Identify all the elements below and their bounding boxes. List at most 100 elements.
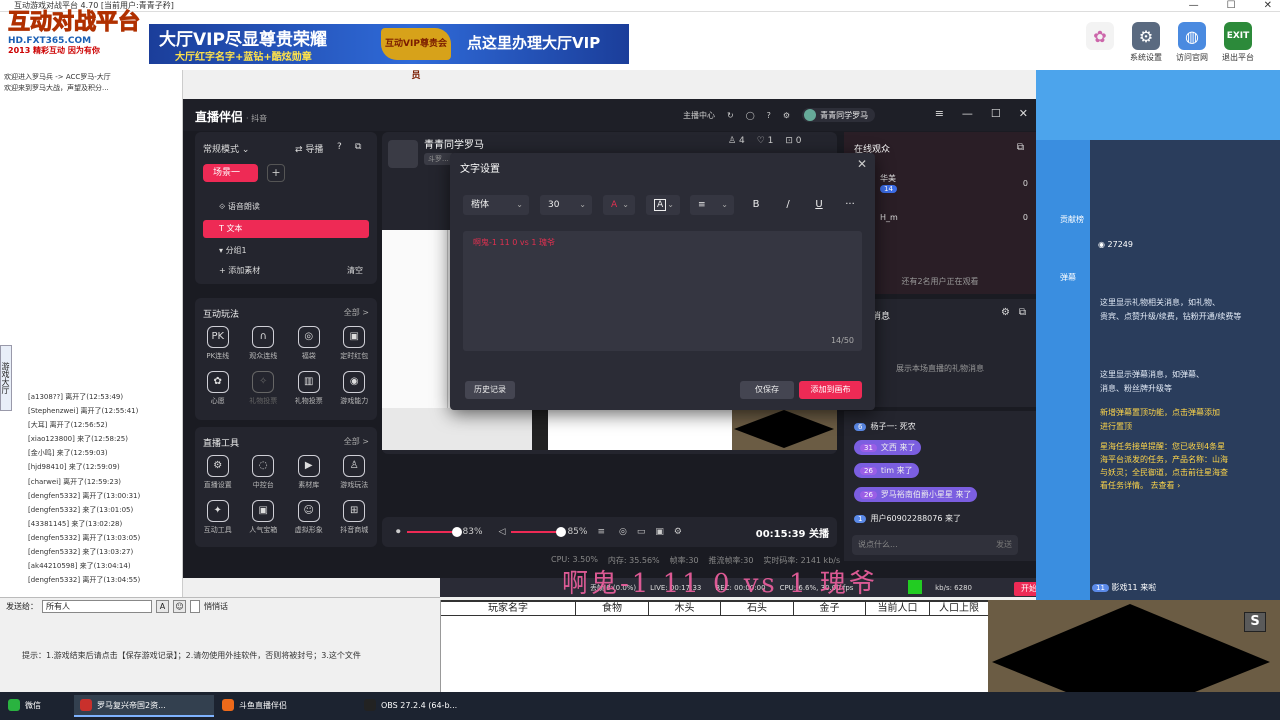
minimap-score-button[interactable]: S [1244,612,1266,632]
private-chat-checkbox[interactable] [190,600,200,613]
popout-icon[interactable]: ⧉ [1019,307,1026,318]
audience-row[interactable]: 华美 14 0 [852,170,1028,196]
emoji-button[interactable]: ☺ [173,600,186,613]
anchor-center-link[interactable]: 主播中心 [683,110,715,121]
text-content-input[interactable]: 啊鬼-1 11 0 vs 1 瑰爷 14/50 [463,231,862,351]
popout-icon[interactable]: ⧉ [1017,142,1024,153]
tool-item[interactable]: ✦ 互动工具 [195,500,241,535]
scene-tab[interactable]: 场景一 [203,164,258,182]
more-button[interactable]: ··· [840,195,860,215]
text-color-select[interactable]: A ⌄ [603,195,635,215]
visit-website-button[interactable]: ◍ 访问官网 [1172,22,1212,63]
help-icon[interactable]: ? [337,142,342,152]
chat-input[interactable]: 说点什么... 发送 [852,535,1018,555]
align-select[interactable]: ≡ ⌄ [690,195,734,215]
exit-platform-button[interactable]: EXIT 退出平台 [1218,22,1258,63]
font-button[interactable]: A [156,600,169,613]
tool-item[interactable]: ♙ 游戏玩法 [332,455,378,490]
source-item-group[interactable]: ▾ 分组1 [203,242,369,260]
clear-button[interactable]: 清空 [347,262,363,280]
guide-button[interactable]: ⇄ 导播 [295,142,323,155]
chat-line: [xiao123800] 来了(12:58:25) [28,435,128,444]
speaker-volume-slider[interactable] [511,527,567,537]
user-pill[interactable]: 青青同学罗马 [802,108,876,122]
close-icon[interactable]: ✕ [1264,0,1272,12]
interactive-item[interactable]: ◉ 游戏能力 [332,371,378,406]
tool-item[interactable]: ☺ 虚拟形象 [286,500,332,535]
add-source-button[interactable]: + 添加素材 清空 [203,262,369,280]
mode-selector[interactable]: 常规模式 [203,145,239,155]
mixer-icon[interactable]: ≡ [597,527,605,537]
settings-icon[interactable]: ⚙ [783,111,790,120]
interactive-item[interactable]: ▥ 礼物投票 [286,371,332,406]
save-only-button[interactable]: 仅保存 [740,381,794,399]
settings-icon[interactable]: ⚙ [1001,307,1010,318]
tool-item[interactable]: ◌ 中控台 [241,455,287,490]
background-color-select[interactable]: A ⌄ [646,195,680,215]
slider-knob[interactable] [451,527,462,537]
tool-item[interactable]: ⊞ 抖音商城 [332,500,378,535]
taskbar-item[interactable]: 罗马复兴帝国2资... [74,695,214,717]
tab-contribution[interactable]: 贡献榜 [1060,214,1084,225]
view-all-link[interactable]: 全部 > [344,307,369,318]
chat-lines: [a1308??] 离开了(12:53:49) [Stephenzwei] 离开了… [28,390,140,587]
cartoon-icon[interactable]: ✿ [1080,22,1120,63]
underline-button[interactable]: U [809,195,829,215]
popout-icon[interactable]: ⧉ [355,142,361,152]
audience-row[interactable]: H_m 0 [852,204,1028,230]
maximize-icon[interactable]: ☐ [1227,0,1236,12]
refresh-icon[interactable]: ↻ [727,111,734,120]
menu-icon[interactable]: ≡ [935,107,944,120]
interactive-item[interactable]: ✧ 礼物投票 [241,371,287,406]
screen-icon[interactable]: ▭ [637,527,646,537]
send-to-select[interactable]: 所有人 [42,600,152,613]
bold-button[interactable]: B [746,195,766,215]
visit-website-label: 访问官网 [1176,53,1208,62]
tool-item[interactable]: ▣ 人气宝箱 [241,500,287,535]
minimize-icon[interactable]: — [1189,0,1199,12]
close-icon[interactable]: ✕ [857,157,867,171]
view-all-link[interactable]: 全部 > [344,436,369,447]
preview-strip [382,408,837,450]
slider-knob[interactable] [556,527,567,537]
history-button[interactable]: 历史记录 [465,381,515,399]
tab-danmaku[interactable]: 弹幕 [1060,272,1076,283]
text-color-icon: A [611,200,618,210]
mic-volume-slider[interactable] [406,527,462,537]
microphone-icon[interactable]: ⏺ [396,527,401,537]
interactive-item[interactable]: ▣ 定时红包 [332,326,378,361]
stream-timer[interactable]: 00:15:39 关播 [756,525,829,540]
tool-item[interactable]: ⚙ 直播设置 [195,455,241,490]
taskbar-item[interactable]: OBS 27.2.4 (64-b... [358,695,498,717]
tool-item[interactable]: ▶ 素材库 [286,455,332,490]
chat-send-button[interactable]: 发送 [996,535,1012,555]
taskbar-item[interactable]: 斗鱼直播伴侣 [216,695,356,717]
interactive-item[interactable]: ✿ 心愿 [195,371,241,406]
maximize-icon[interactable]: ☐ [991,107,1001,120]
message-icon[interactable]: ◯ [746,111,755,120]
add-scene-button[interactable]: + [267,164,285,182]
add-to-canvas-button[interactable]: 添加到画布 [799,381,862,399]
source-item-tts[interactable]: ⟐ 语音朗读 [203,198,369,216]
lobby-side-tab[interactable]: 游戏大厅 [0,345,12,411]
settings-icon[interactable]: ⚙ [674,527,682,537]
vip-banner[interactable]: 大厅VIP尽显尊贵荣耀 大厅红字名字+蓝钻+酷炫勋章 互动VIP尊贵会员 点这里… [149,24,629,81]
interactive-item[interactable]: ∩ 观众连线 [241,326,287,361]
record-icon[interactable]: ▣ [655,527,664,537]
vip-banner-cta[interactable]: 点这里办理大厅VIP [467,32,600,53]
window-controls: — ☐ ✕ [1189,0,1272,12]
interactive-item[interactable]: PK PK连线 [195,326,241,361]
system-settings-button[interactable]: ⚙ 系统设置 [1126,22,1166,63]
close-icon[interactable]: ✕ [1019,107,1028,120]
minimize-icon[interactable]: — [962,107,973,120]
help-icon[interactable]: ? [767,111,771,120]
camera-icon[interactable]: ◎ [619,527,627,537]
taskbar-item[interactable]: 微信 [2,695,72,717]
gear-icon: ⚙ [1132,22,1160,50]
font-family-select[interactable]: 楷体 ⌄ [463,195,529,215]
source-item-text[interactable]: T 文本 [203,220,369,238]
font-size-select[interactable]: 30 ⌄ [540,195,592,215]
italic-button[interactable]: / [778,195,798,215]
speaker-icon[interactable]: ◁ [499,527,506,537]
interactive-item[interactable]: ◎ 福袋 [286,326,332,361]
